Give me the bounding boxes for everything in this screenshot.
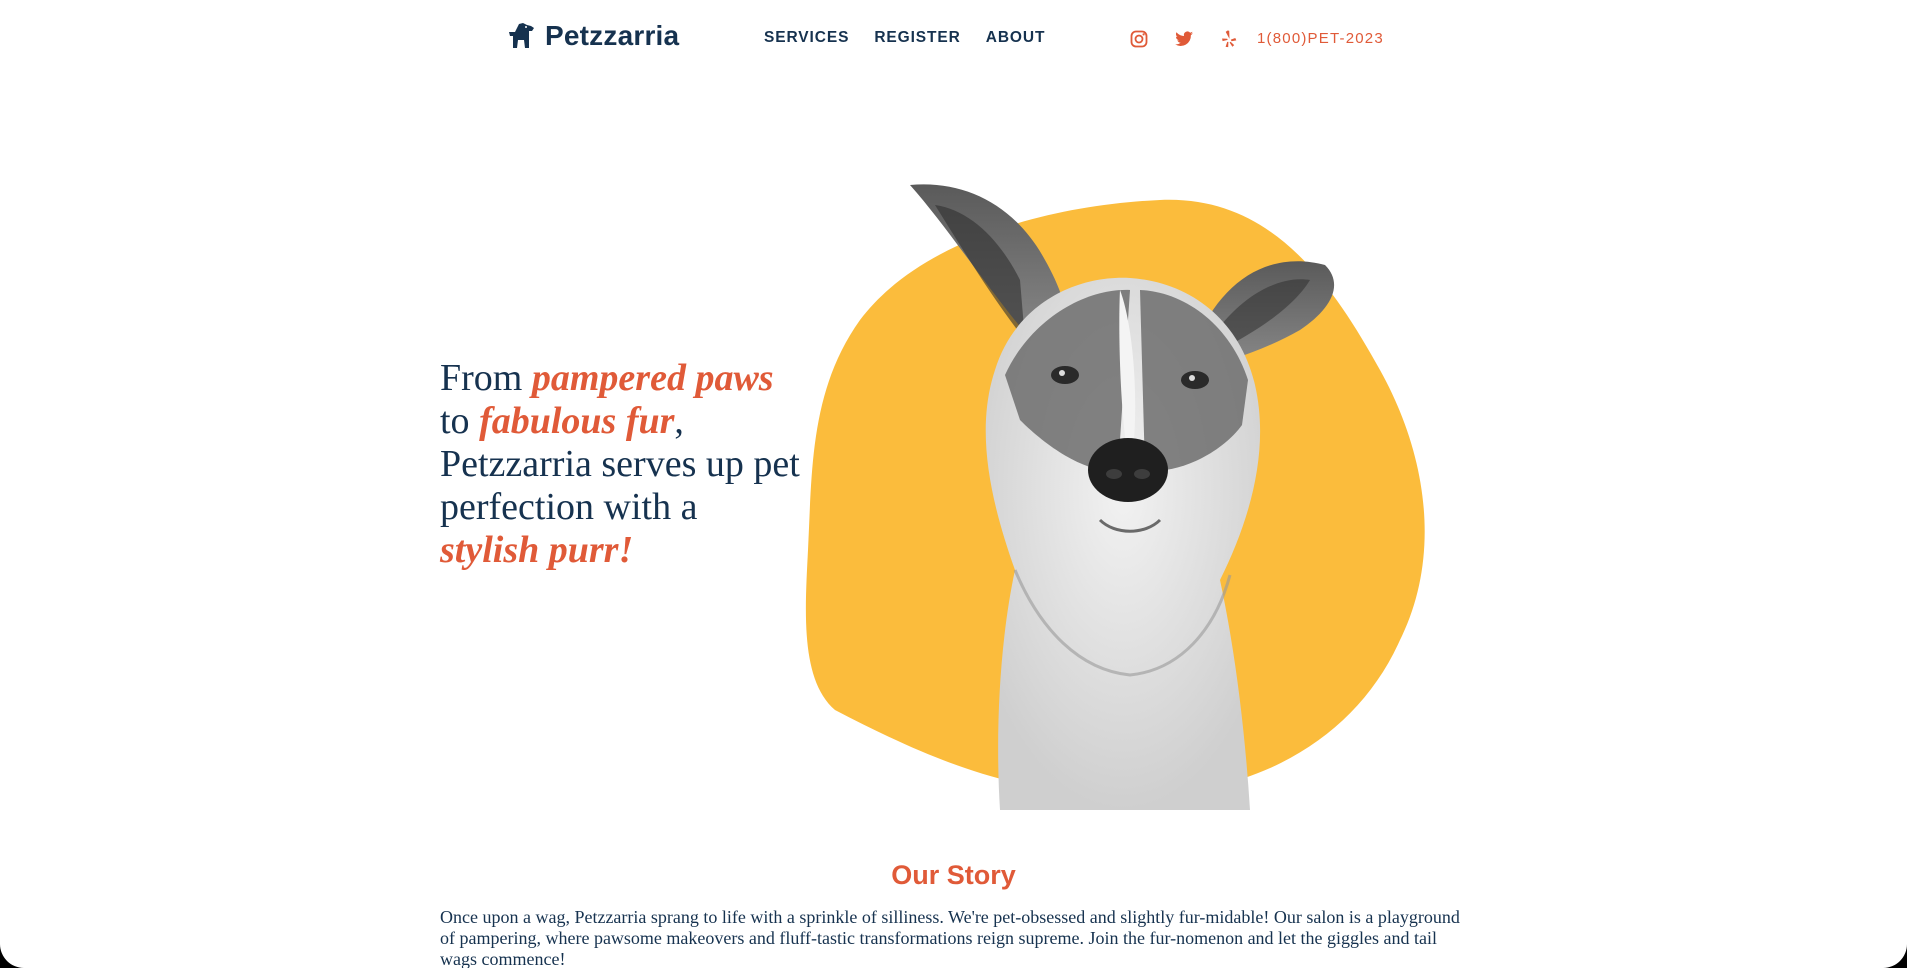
hero-image xyxy=(800,170,1480,810)
nav-services-link[interactable]: SERVICES xyxy=(764,30,849,46)
nav-register-link[interactable]: REGISTER xyxy=(874,30,960,46)
hero-highlight-stylish: stylish purr! xyxy=(440,529,634,571)
twitter-icon[interactable] xyxy=(1174,29,1194,49)
dog-logo-icon xyxy=(507,22,537,50)
hero-highlight-pampered: pampered paws xyxy=(531,357,774,399)
site-header: Petzzarria SERVICES REGISTER ABOUT 1(800… xyxy=(0,0,1907,80)
nav-about-link[interactable]: ABOUT xyxy=(986,30,1046,46)
phone-link[interactable]: 1(800)PET-2023 xyxy=(1257,31,1384,46)
hero-headline: From pampered paws to fabulous fur, Petz… xyxy=(440,357,800,572)
brand-name: Petzzarria xyxy=(545,20,680,51)
social-links xyxy=(1129,29,1239,49)
hero-highlight-fabulous: fabulous fur xyxy=(479,400,675,442)
hero-text-part: From xyxy=(440,357,532,399)
hero-text-part: to xyxy=(440,400,480,442)
brand-logo-link[interactable]: Petzzarria xyxy=(507,22,679,50)
main-nav: SERVICES REGISTER ABOUT xyxy=(764,30,1045,46)
story-title: Our Story xyxy=(891,860,1016,890)
instagram-icon[interactable] xyxy=(1129,29,1149,49)
yelp-icon[interactable] xyxy=(1219,29,1239,49)
story-body: Once upon a wag, Petzzarria sprang to li… xyxy=(440,907,1460,968)
